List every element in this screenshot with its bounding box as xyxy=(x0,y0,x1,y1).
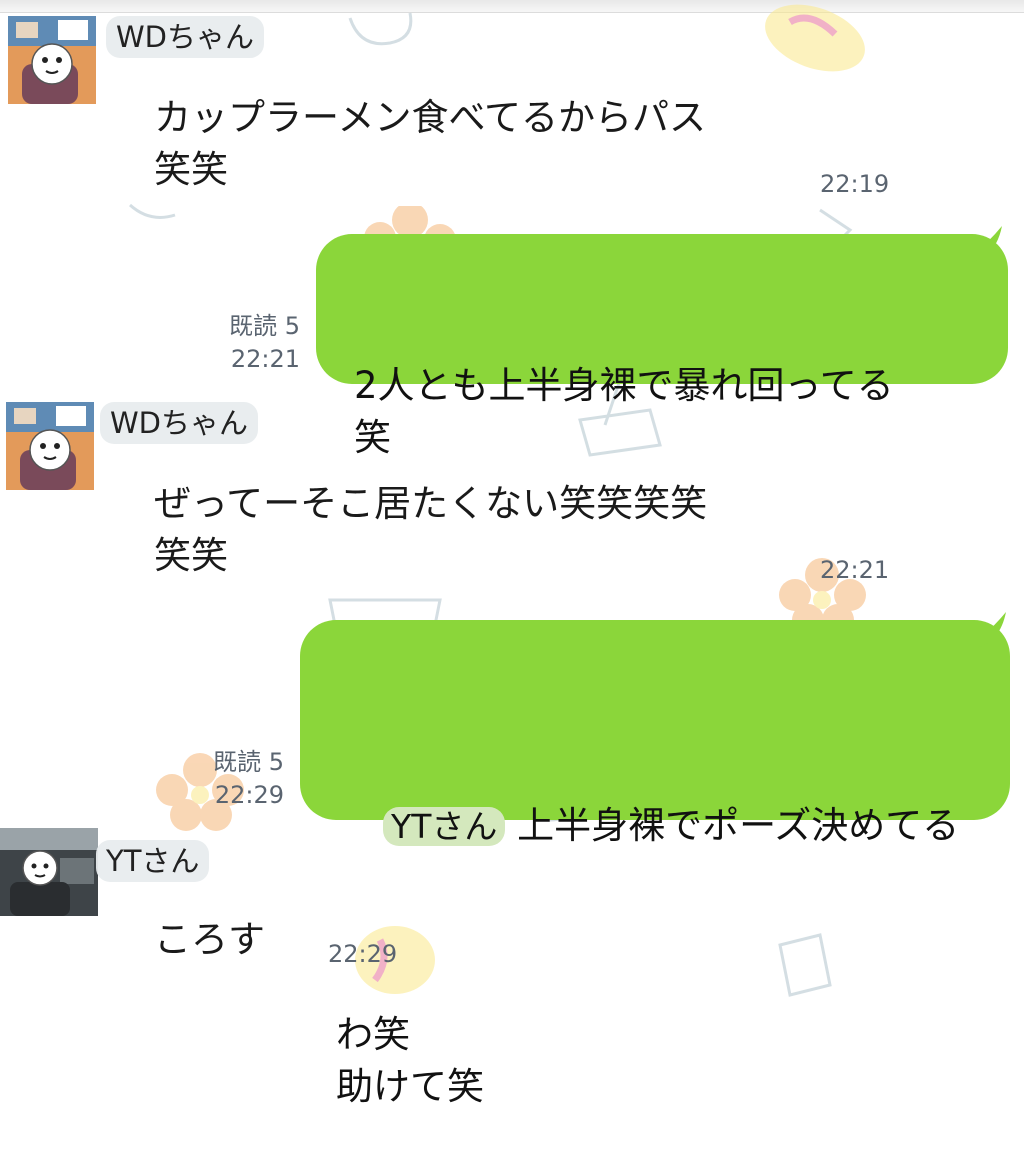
read-count-label: 既読 5 xyxy=(213,748,284,776)
incoming-message-bubble[interactable]: カップラーメン食べてるからパス 笑笑 xyxy=(134,82,727,206)
sender-name: WDちゃん xyxy=(106,16,265,58)
avatar-wd[interactable] xyxy=(6,402,94,490)
read-receipt: 既読 5 22:29 xyxy=(196,746,284,812)
read-count-label: 既読 5 xyxy=(229,312,300,340)
outgoing-message-text: わ笑 助けて笑 xyxy=(336,1013,484,1108)
mention-tag[interactable]: YTさん xyxy=(383,807,506,846)
incoming-message-bubble[interactable]: ぜってーそこ居たくない笑笑笑笑 笑笑 xyxy=(134,468,728,592)
avatar-photo-icon xyxy=(6,402,94,490)
read-receipt: 既読 5 22:21 xyxy=(212,310,300,376)
avatar-photo-icon xyxy=(8,16,96,104)
outgoing-message-text: 上半身裸でポーズ決めてる xyxy=(517,804,960,847)
avatar-wd[interactable] xyxy=(8,16,96,104)
sender-name: WDちゃん xyxy=(100,402,259,444)
message-time: 22:21 xyxy=(230,345,300,373)
message-time: 22:19 xyxy=(820,170,890,198)
message-time: 22:29 xyxy=(328,940,398,968)
avatar-yt[interactable] xyxy=(0,828,98,916)
bubble-tail-icon xyxy=(962,226,1002,262)
bubble-tail-icon xyxy=(966,612,1006,648)
incoming-message-bubble[interactable]: ころす xyxy=(134,904,285,976)
outgoing-message-bubble[interactable]: YTさん 上半身裸でポーズ決めてる わ笑 助けて笑 xyxy=(300,620,1010,1108)
sender-name: YTさん xyxy=(96,840,210,882)
avatar-photo-icon xyxy=(0,828,98,916)
outgoing-message-first-line: YTさん 上半身裸でポーズ決めてる xyxy=(336,748,990,905)
outgoing-message-text: 2人とも上半身裸で暴れ回ってる 笑 xyxy=(354,364,894,459)
message-time: 22:29 xyxy=(214,781,284,809)
message-time: 22:21 xyxy=(820,556,890,584)
outgoing-message-bubble[interactable]: 2人とも上半身裸で暴れ回ってる 笑 xyxy=(316,234,1008,459)
